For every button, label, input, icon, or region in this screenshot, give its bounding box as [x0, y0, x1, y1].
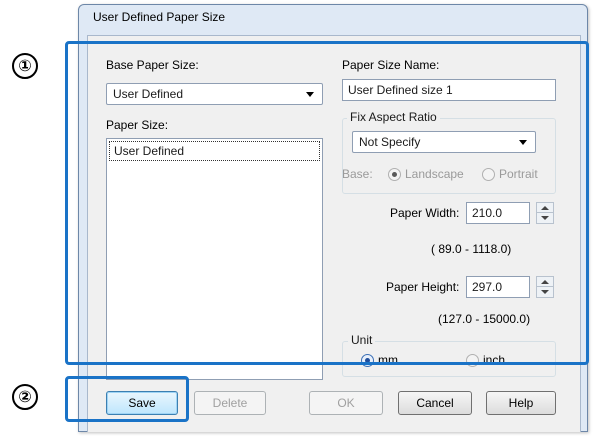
help-button[interactable]: Help [486, 391, 556, 415]
highlight-frame-settings [65, 41, 589, 365]
callout-2: ② [12, 384, 38, 410]
callout-1: ① [12, 53, 38, 79]
cancel-button[interactable]: Cancel [398, 391, 472, 415]
delete-button[interactable]: Delete [194, 391, 266, 415]
dialog-title: User Defined Paper Size [93, 10, 226, 24]
ok-button[interactable]: OK [309, 391, 383, 415]
highlight-frame-save [65, 376, 189, 422]
